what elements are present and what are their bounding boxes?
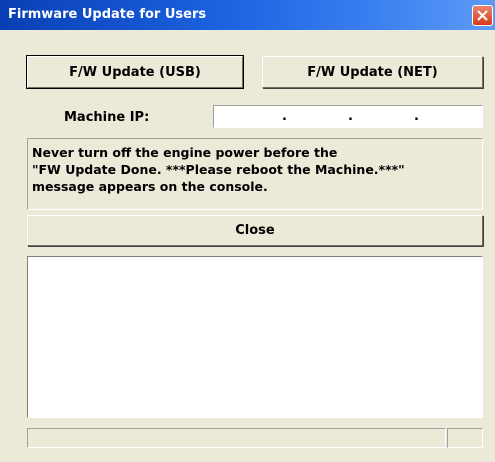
ip-separator: .: [414, 109, 419, 124]
machine-ip-input[interactable]: . . .: [213, 105, 483, 128]
fw-update-net-label: F/W Update (NET): [307, 64, 438, 80]
close-x-icon: [477, 10, 488, 21]
warning-line: Never turn off the engine power before t…: [32, 145, 338, 160]
status-bar-main: [27, 428, 446, 448]
warning-message: Never turn off the engine power before t…: [27, 138, 483, 210]
warning-line: message appears on the console.: [32, 179, 268, 194]
update-log-output[interactable]: [27, 256, 483, 418]
machine-ip-label: Machine IP:: [64, 110, 150, 125]
ip-separator: .: [282, 109, 287, 124]
warning-line: "FW Update Done. ***Please reboot the Ma…: [32, 162, 405, 177]
status-bar-side: [447, 428, 483, 448]
fw-update-usb-button[interactable]: F/W Update (USB): [26, 55, 244, 89]
close-button-label: Close: [235, 223, 275, 238]
fw-update-net-button[interactable]: F/W Update (NET): [262, 56, 483, 88]
ip-separator: .: [348, 109, 353, 124]
title-bar[interactable]: Firmware Update for Users: [0, 0, 495, 30]
fw-update-usb-label: F/W Update (USB): [69, 64, 201, 80]
window-title: Firmware Update for Users: [8, 7, 207, 22]
window-close-button[interactable]: [472, 5, 493, 26]
firmware-update-dialog: Firmware Update for Users F/W Update (US…: [0, 0, 495, 462]
close-button[interactable]: Close: [27, 215, 483, 246]
